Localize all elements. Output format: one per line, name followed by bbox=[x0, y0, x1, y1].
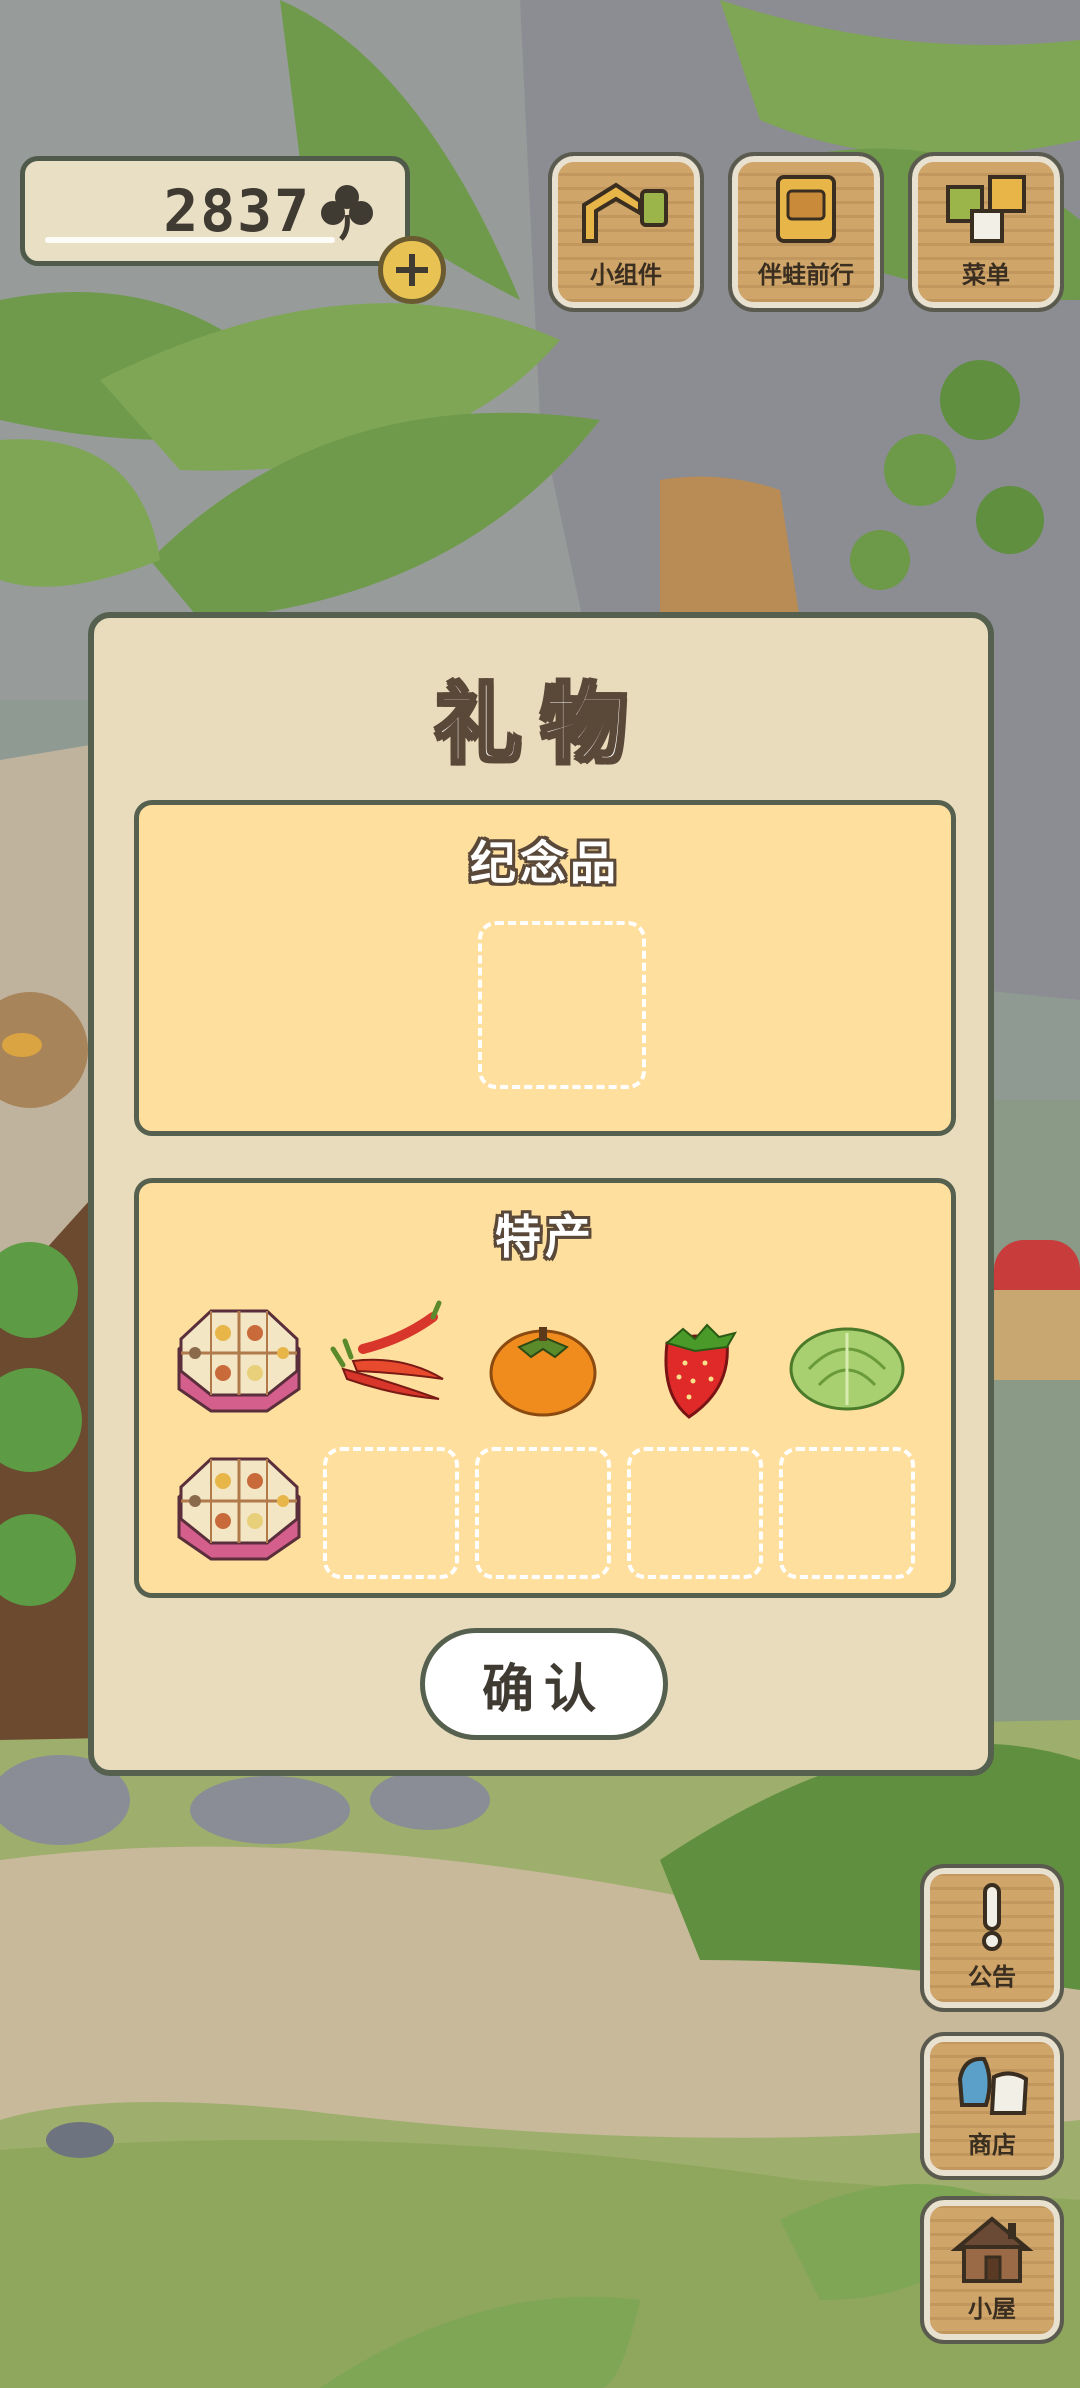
specialty-slot-chili-peppers[interactable] bbox=[323, 1299, 459, 1431]
cabbage-icon bbox=[789, 1327, 905, 1411]
specialty-slot-cabbage[interactable] bbox=[779, 1299, 915, 1431]
souvenir-title: 纪念品 bbox=[470, 836, 620, 890]
persimmon-icon bbox=[489, 1327, 597, 1417]
plus-icon bbox=[396, 254, 428, 286]
widget-button[interactable]: 小组件 bbox=[548, 152, 704, 312]
counter-underline bbox=[45, 237, 335, 243]
notice-button[interactable]: 公告 bbox=[920, 1864, 1064, 2012]
house-icon bbox=[950, 2216, 1034, 2283]
specialty-panel: 特产 bbox=[134, 1178, 956, 1598]
specialty-slot-bento-box[interactable] bbox=[171, 1447, 307, 1579]
specialty-slot-empty[interactable] bbox=[323, 1447, 459, 1579]
specialty-slot-persimmon[interactable] bbox=[475, 1299, 611, 1431]
chili-peppers-icon bbox=[330, 1300, 444, 1400]
bento-box-icon bbox=[177, 1457, 301, 1561]
clover-counter: 2837 bbox=[20, 156, 410, 266]
clover-count: 2837 bbox=[163, 177, 311, 245]
specialty-slot-strawberry[interactable] bbox=[627, 1299, 763, 1431]
specialty-slot-empty[interactable] bbox=[475, 1447, 611, 1579]
souvenir-slot[interactable] bbox=[478, 921, 646, 1089]
specialty-slot-empty[interactable] bbox=[779, 1447, 915, 1579]
specialty-slot-empty[interactable] bbox=[627, 1447, 763, 1579]
souvenir-panel: 纪念品 bbox=[134, 800, 956, 1136]
specialty-title: 特产 bbox=[495, 1210, 595, 1264]
widget-icon bbox=[582, 182, 668, 243]
confirm-button[interactable]: 确认 bbox=[420, 1628, 668, 1740]
gift-dialog: 礼物 纪念品 特产 确认 bbox=[88, 612, 994, 1776]
add-clover-button[interactable] bbox=[378, 236, 446, 304]
menu-icon bbox=[946, 175, 1026, 243]
house-button[interactable]: 小屋 bbox=[920, 2196, 1064, 2344]
specialty-slot-bento-box[interactable] bbox=[171, 1299, 307, 1431]
album-icon bbox=[776, 175, 836, 243]
dialog-title: 礼物 bbox=[434, 674, 647, 777]
album-button[interactable]: 伴蛙前行 bbox=[728, 152, 884, 312]
exclamation-icon bbox=[982, 1883, 1002, 1951]
menu-button[interactable]: 菜单 bbox=[908, 152, 1064, 312]
bag-icon bbox=[957, 2056, 1029, 2115]
shop-button[interactable]: 商店 bbox=[920, 2032, 1064, 2180]
clover-icon bbox=[321, 185, 373, 241]
bento-box-icon bbox=[177, 1309, 301, 1413]
strawberry-icon bbox=[664, 1323, 738, 1419]
